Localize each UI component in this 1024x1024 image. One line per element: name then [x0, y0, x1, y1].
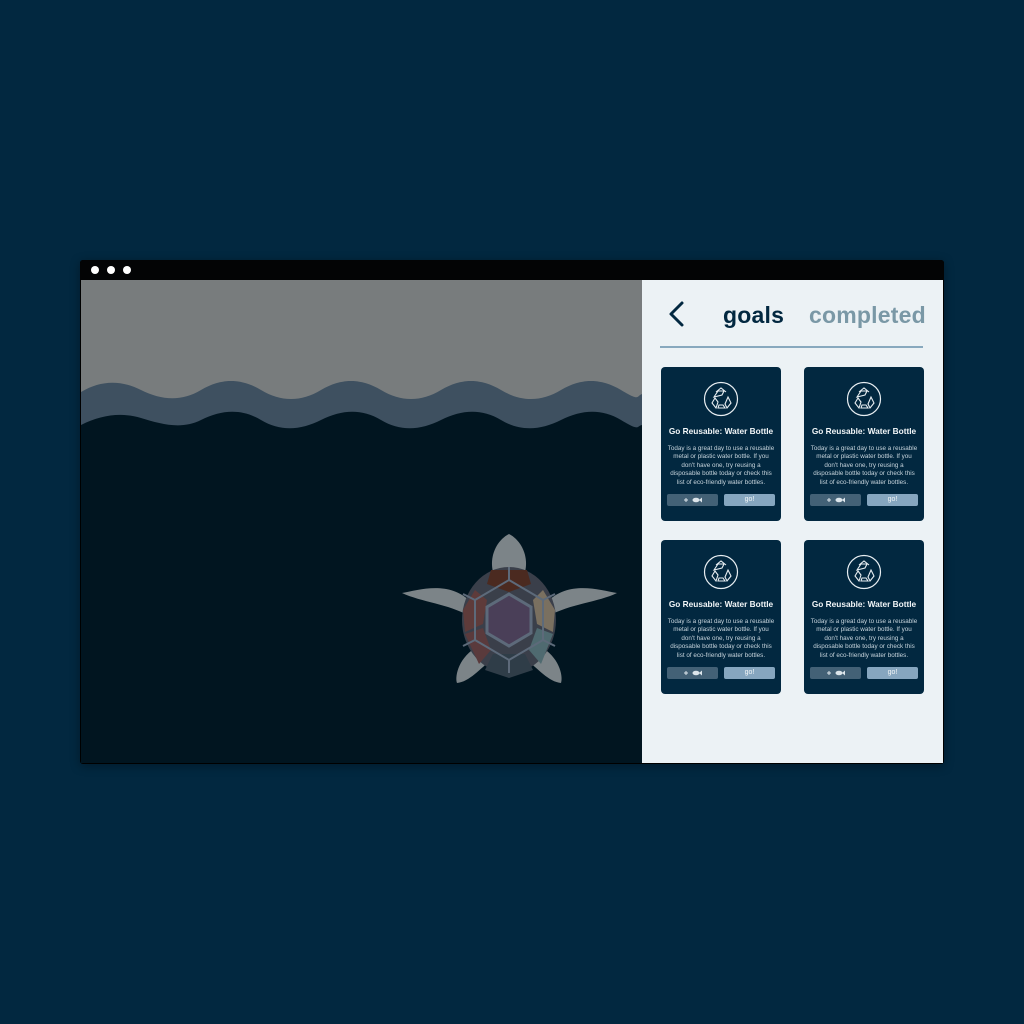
ocean-scene: [81, 280, 642, 763]
goal-card-description: Today is a great day to use a reusable m…: [810, 618, 918, 659]
fish-icon: [692, 670, 702, 676]
tab-completed[interactable]: completed: [809, 302, 926, 329]
goal-card-reward-button[interactable]: [667, 667, 718, 679]
goal-card-description: Today is a great day to use a reusable m…: [667, 445, 775, 486]
window-dot-icon: [107, 266, 115, 274]
front-wave: [81, 411, 642, 763]
app-window: goals completed Go Reusable: Water Bottl…: [80, 260, 944, 764]
goal-card[interactable]: Go Reusable: Water Bottle Today is a gre…: [804, 540, 924, 694]
go-button[interactable]: go!: [724, 494, 775, 506]
goal-card-reward-button[interactable]: [810, 494, 861, 506]
recycle-icon: [846, 554, 882, 590]
plus-icon: [684, 498, 688, 502]
go-button[interactable]: go!: [724, 667, 775, 679]
ocean-illustration: [81, 280, 642, 763]
goal-card-description: Today is a great day to use a reusable m…: [667, 618, 775, 659]
plus-icon: [827, 498, 831, 502]
goal-card-title: Go Reusable: Water Bottle: [668, 426, 774, 436]
goal-card-title: Go Reusable: Water Bottle: [668, 599, 774, 609]
goal-card-reward-button[interactable]: [810, 667, 861, 679]
window-titlebar: [80, 260, 944, 280]
plus-icon: [827, 671, 831, 675]
recycle-icon: [703, 381, 739, 417]
goal-card[interactable]: Go Reusable: Water Bottle Today is a gre…: [661, 540, 781, 694]
goal-card-reward-button[interactable]: [667, 494, 718, 506]
fish-icon: [835, 497, 845, 503]
goal-card-description: Today is a great day to use a reusable m…: [810, 445, 918, 486]
back-button[interactable]: [666, 300, 690, 330]
chevron-left-icon: [669, 301, 684, 327]
goal-card[interactable]: Go Reusable: Water Bottle Today is a gre…: [804, 367, 924, 521]
shell-center-hexagon: [485, 592, 533, 648]
goal-card-title: Go Reusable: Water Bottle: [811, 599, 917, 609]
go-button[interactable]: go!: [867, 494, 918, 506]
tab-goals[interactable]: goals: [723, 302, 784, 329]
window-dot-icon: [123, 266, 131, 274]
recycle-icon: [846, 381, 882, 417]
fish-icon: [835, 670, 845, 676]
fish-icon: [692, 497, 702, 503]
goals-panel: goals completed Go Reusable: Water Bottl…: [642, 280, 943, 763]
goal-card-title: Go Reusable: Water Bottle: [811, 426, 917, 436]
goal-card[interactable]: Go Reusable: Water Bottle Today is a gre…: [661, 367, 781, 521]
go-button[interactable]: go!: [867, 667, 918, 679]
tabs-divider: [660, 346, 923, 348]
recycle-icon: [703, 554, 739, 590]
window-dot-icon: [91, 266, 99, 274]
plus-icon: [684, 671, 688, 675]
window-content: goals completed Go Reusable: Water Bottl…: [81, 280, 943, 763]
